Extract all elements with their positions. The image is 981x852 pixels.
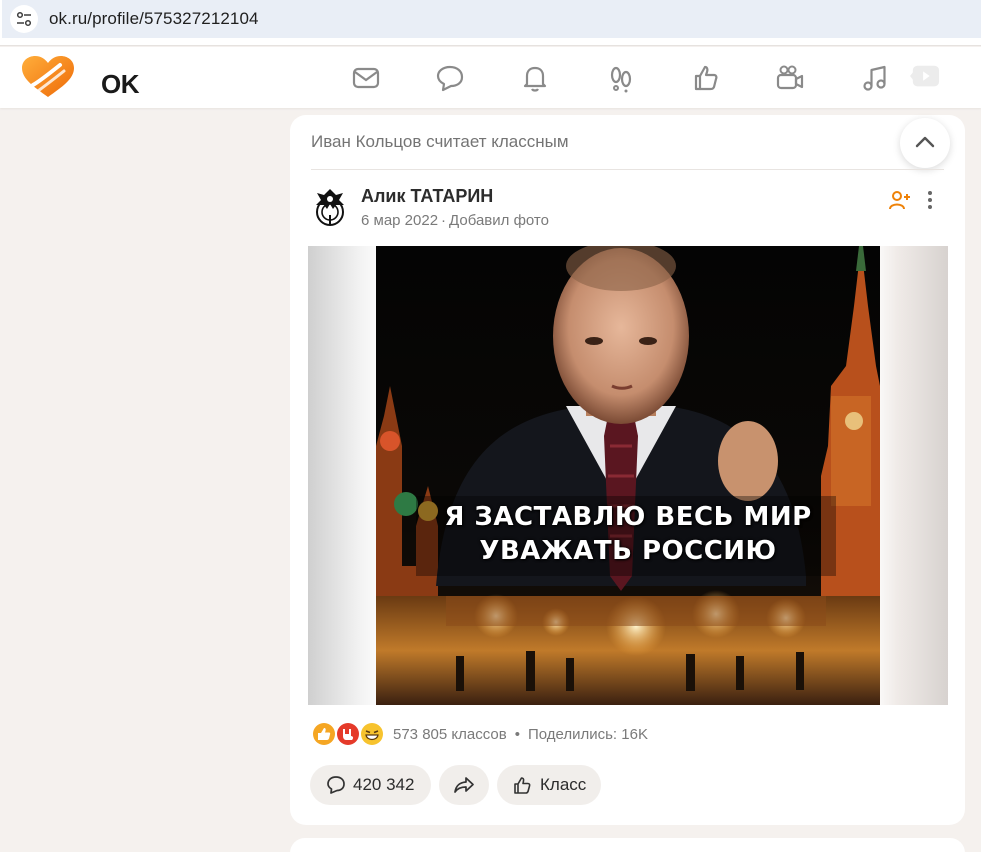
next-feed-card [290, 838, 965, 852]
site-settings-icon[interactable] [10, 5, 38, 33]
ok-logo[interactable]: OK [20, 55, 140, 101]
post-meta: 6 мар 2022 · Добавил фото [361, 212, 549, 229]
liked-by-text[interactable]: Иван Кольцов считает классным [311, 132, 569, 152]
chat-icon[interactable] [435, 63, 465, 93]
photo-image [376, 246, 880, 705]
add-friend-icon[interactable] [888, 188, 912, 212]
collapse-button[interactable] [900, 118, 950, 168]
thumbs-up-icon[interactable] [691, 63, 721, 93]
class-button[interactable]: Класс [497, 765, 601, 805]
photo-caption-line2: УВАЖАТЬ РОССИЮ [479, 536, 777, 566]
laugh-reaction-icon [359, 721, 385, 747]
url-text[interactable]: ok.ru/profile/575327212104 [49, 9, 259, 29]
reactions-summary[interactable]: 573 805 классов • Поделились: 16K [311, 721, 711, 749]
logo-text: OK [101, 69, 140, 99]
thumbs-up-icon [514, 777, 531, 794]
author-avatar[interactable] [309, 185, 351, 227]
share-arrow-icon [454, 777, 474, 793]
author-name[interactable]: Алик ТАТАРИН [361, 186, 493, 207]
ok-heart-logo-icon [22, 56, 74, 97]
more-options-icon[interactable] [920, 188, 940, 212]
post-date[interactable]: 6 мар 2022 [361, 212, 438, 229]
rock-reaction-icon [335, 721, 361, 747]
meta-separator: · [441, 212, 447, 229]
url-field[interactable]: ok.ru/profile/575327212104 [2, 0, 981, 38]
like-reaction-icon [311, 721, 337, 747]
bell-icon[interactable] [520, 63, 550, 93]
post-photo-frame[interactable]: Я ЗАСТАВЛЮ ВЕСЬ МИР УВАЖАТЬ РОССИЮ [308, 246, 948, 705]
share-button[interactable] [439, 765, 489, 805]
video-play-icon[interactable] [910, 61, 942, 91]
comments-button[interactable]: 420 342 [310, 765, 431, 805]
mail-icon[interactable] [351, 63, 381, 93]
footprints-icon[interactable] [606, 63, 636, 93]
video-camera-icon[interactable] [775, 63, 805, 93]
chevron-up-icon [915, 136, 935, 148]
bullet-separator: • [514, 726, 520, 743]
class-count[interactable]: 573 805 классов [393, 726, 507, 743]
comment-icon [327, 776, 345, 794]
feed-post-card: Иван Кольцов считает классным Алик ТАТАР… [290, 115, 965, 825]
photo-caption-line1: Я ЗАСТАВЛЮ ВЕСЬ МИР [444, 502, 812, 532]
comments-count: 420 342 [353, 775, 415, 794]
share-count[interactable]: Поделились: 16K [528, 726, 648, 743]
reaction-counts: 573 805 классов • Поделились: 16K [393, 726, 648, 743]
post-action: Добавил фото [449, 212, 549, 229]
music-note-icon[interactable] [860, 63, 890, 93]
browser-address-bar: ok.ru/profile/575327212104 [0, 0, 981, 46]
post-photo[interactable]: Я ЗАСТАВЛЮ ВЕСЬ МИР УВАЖАТЬ РОССИЮ [376, 246, 880, 705]
class-button-label: Класс [540, 775, 587, 794]
site-header: OK [0, 47, 981, 108]
divider [311, 169, 944, 170]
